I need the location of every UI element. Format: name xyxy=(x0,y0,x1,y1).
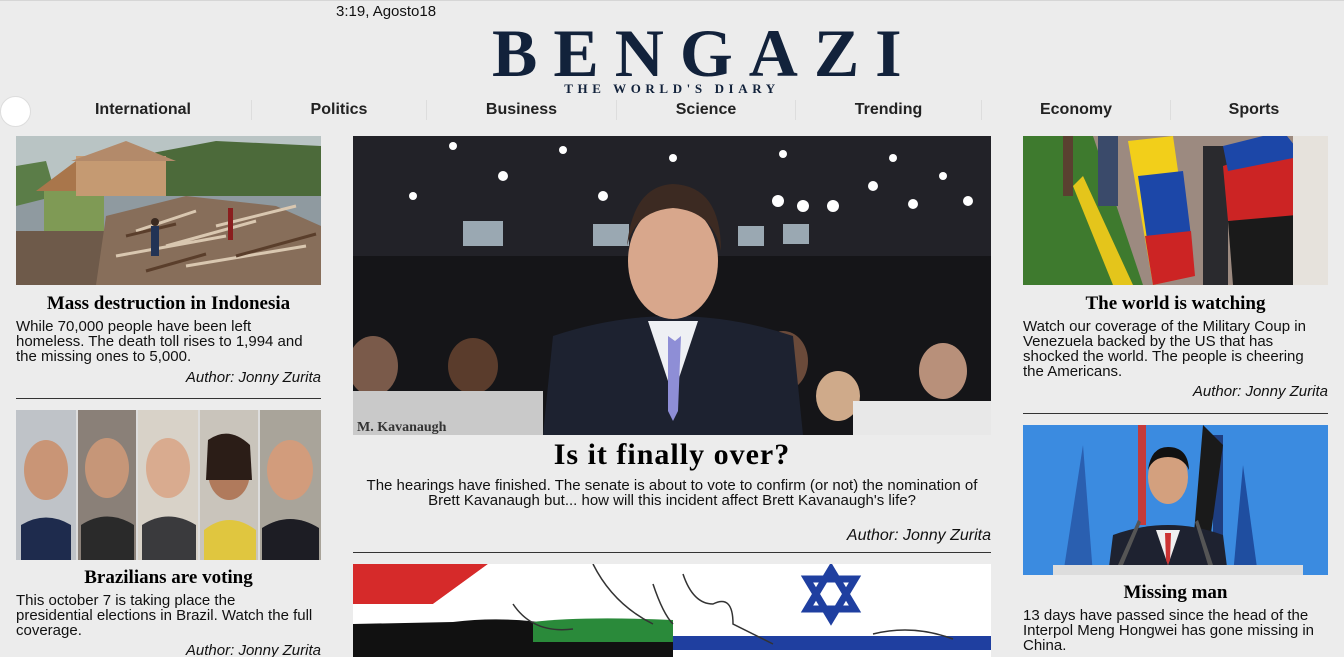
meng-hongwei-image[interactable] xyxy=(1023,425,1328,575)
indonesia-body: While 70,000 people have been left homel… xyxy=(16,318,303,365)
brazil-candidates-image[interactable] xyxy=(16,410,321,560)
logo-title: BENGAZI xyxy=(492,15,918,91)
indonesia-author: Author: Jonny Zurita xyxy=(185,369,321,386)
venezuela-body: Watch our coverage of the Military Coup … xyxy=(1023,318,1306,380)
brazil-body: This october 7 is taking place the presi… xyxy=(16,592,313,639)
site-logo[interactable]: BENGAZI THE WORLD'S DIARY xyxy=(478,15,918,95)
nav-item-trending[interactable]: Trending xyxy=(796,98,981,122)
main-headline[interactable]: Is it finally over? xyxy=(353,438,991,472)
nav-item-politics[interactable]: Politics xyxy=(252,98,426,122)
divider xyxy=(1023,413,1328,414)
brazil-author: Author: Jonny Zurita xyxy=(185,642,321,657)
nav-item-business[interactable]: Business xyxy=(427,98,616,122)
kavanaugh-hearing-image[interactable]: M. Kavanaugh xyxy=(353,136,991,435)
divider xyxy=(353,552,991,553)
nav-item-international[interactable]: International xyxy=(35,98,251,122)
divider xyxy=(16,398,321,399)
brazil-title[interactable]: Brazilians are voting xyxy=(16,567,321,589)
israel-palestine-image[interactable] xyxy=(353,564,991,657)
date-time: 3:19, Agosto18 xyxy=(336,3,437,20)
missing-body: 13 days have passed since the head of th… xyxy=(1023,607,1314,654)
nav-item-science[interactable]: Science xyxy=(617,98,795,122)
venezuela-author: Author: Jonny Zurita xyxy=(1192,383,1328,400)
venezuela-protest-image[interactable] xyxy=(1023,136,1328,285)
main-nav: International Politics Business Science … xyxy=(35,98,1344,124)
main-body: The hearings have finished. The senate i… xyxy=(366,477,978,509)
indonesia-title[interactable]: Mass destruction in Indonesia xyxy=(16,293,321,315)
nav-item-sports[interactable]: Sports xyxy=(1171,98,1337,122)
nav-item-economy[interactable]: Economy xyxy=(982,98,1170,122)
menu-circle-button[interactable] xyxy=(0,96,31,127)
venezuela-title[interactable]: The world is watching xyxy=(1023,293,1328,315)
missing-title[interactable]: Missing man xyxy=(1023,582,1328,604)
main-author: Author: Jonny Zurita xyxy=(846,527,991,544)
indonesia-image[interactable] xyxy=(16,136,321,285)
nameplate: M. Kavanaugh xyxy=(357,420,447,435)
